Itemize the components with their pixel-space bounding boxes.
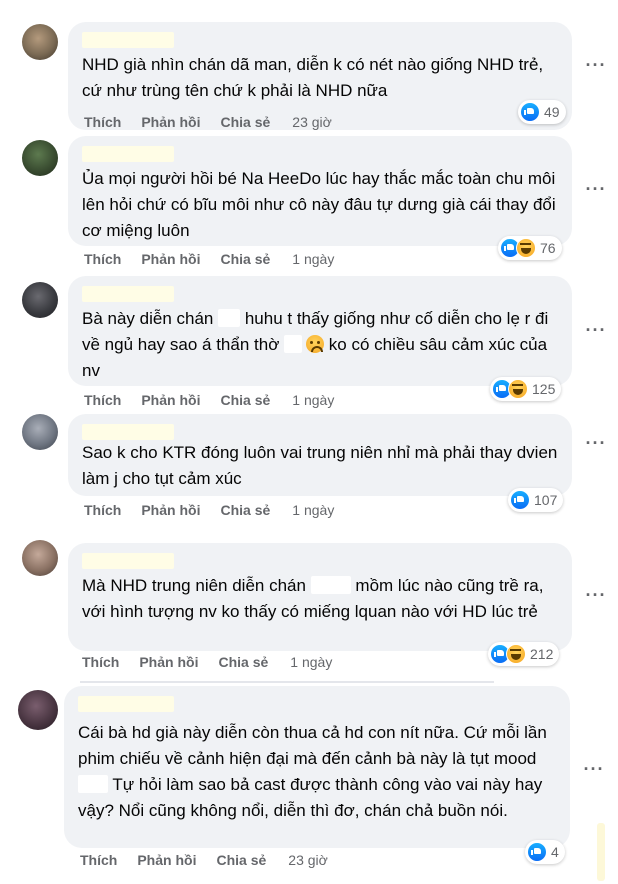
timestamp[interactable]: 1 ngày <box>292 502 334 518</box>
commenter-name[interactable] <box>82 424 174 440</box>
reaction-summary[interactable]: 212 <box>488 642 560 666</box>
reaction-summary[interactable]: 49 <box>518 100 566 124</box>
more-options-icon[interactable]: ··· <box>580 760 608 784</box>
timestamp[interactable]: 23 giờ <box>288 852 328 868</box>
share-button[interactable]: Chia sẻ <box>216 852 266 868</box>
like-button[interactable]: Thích <box>80 852 117 868</box>
like-button[interactable]: Thích <box>84 114 121 130</box>
reaction-summary[interactable]: 107 <box>508 488 564 512</box>
redacted-emoji <box>310 576 351 594</box>
like-button[interactable]: Thích <box>84 502 121 518</box>
commenter-name[interactable] <box>82 286 174 302</box>
scrollbar[interactable] <box>597 823 605 881</box>
comment-text: Sao k cho KTR đóng luôn vai trung niên n… <box>82 443 563 488</box>
comment-actions: Thích Phản hồi Chia sẻ 23 giờ <box>80 852 348 868</box>
reaction-count: 49 <box>544 104 560 120</box>
reaction-count: 125 <box>532 381 556 397</box>
comment-actions: Thích Phản hồi Chia sẻ 1 ngày <box>84 251 354 267</box>
share-button[interactable]: Chia sẻ <box>220 114 270 130</box>
avatar[interactable] <box>22 414 58 450</box>
reaction-summary[interactable]: 125 <box>490 377 562 401</box>
like-button[interactable]: Thích <box>84 392 121 408</box>
comment-text: Ủa mọi người hồi bé Na HeeDo lúc hay thắ… <box>82 169 561 240</box>
share-button[interactable]: Chia sẻ <box>218 654 268 670</box>
more-options-icon[interactable]: ··· <box>582 586 610 610</box>
reply-button[interactable]: Phản hồi <box>141 251 200 267</box>
comment-bubble: Cái bà hd già này diễn còn thua cả hd co… <box>64 686 570 848</box>
reaction-count: 76 <box>540 240 556 256</box>
thread-divider <box>80 681 494 683</box>
more-options-icon[interactable]: ··· <box>582 434 610 458</box>
avatar[interactable] <box>22 540 58 576</box>
more-options-icon[interactable]: ··· <box>582 321 610 345</box>
reaction-count: 212 <box>530 646 554 662</box>
redacted-emoji <box>284 335 303 353</box>
reaction-count: 107 <box>534 492 558 508</box>
reply-button[interactable]: Phản hồi <box>139 654 198 670</box>
comment-actions: Thích Phản hồi Chia sẻ 23 giờ <box>84 114 352 130</box>
comment-bubble: Bà này diễn chán huhu t thấy giống như c… <box>68 276 572 386</box>
like-icon <box>510 490 530 510</box>
haha-icon <box>508 379 528 399</box>
commenter-name[interactable] <box>78 696 174 712</box>
reaction-summary[interactable]: 4 <box>525 840 565 864</box>
timestamp[interactable]: 1 ngày <box>290 654 332 670</box>
comment-bubble: Sao k cho KTR đóng luôn vai trung niên n… <box>68 414 572 496</box>
comment-bubble: Ủa mọi người hồi bé Na HeeDo lúc hay thắ… <box>68 136 572 246</box>
comment-text: Mà NHD trung niên diễn chán mồm lúc nào … <box>82 576 549 621</box>
timestamp[interactable]: 1 ngày <box>292 392 334 408</box>
haha-icon <box>516 238 536 258</box>
more-options-icon[interactable]: ··· <box>582 180 610 204</box>
avatar[interactable] <box>22 140 58 176</box>
like-icon <box>527 842 547 862</box>
more-options-icon[interactable]: ··· <box>582 56 610 80</box>
comment-bubble: Mà NHD trung niên diễn chán mồm lúc nào … <box>68 543 572 651</box>
comment-actions: Thích Phản hồi Chia sẻ 1 ngày <box>82 654 352 670</box>
reply-button[interactable]: Phản hồi <box>137 852 196 868</box>
commenter-name[interactable] <box>82 32 174 48</box>
frowning-face-icon <box>306 335 325 353</box>
reply-button[interactable]: Phản hồi <box>141 392 200 408</box>
reply-button[interactable]: Phản hồi <box>141 114 200 130</box>
like-button[interactable]: Thích <box>82 654 119 670</box>
comment-text: Bà này diễn chán huhu t thấy giống như c… <box>82 309 553 380</box>
redacted-emoji <box>78 775 108 793</box>
reaction-count: 4 <box>551 844 559 860</box>
avatar[interactable] <box>22 282 58 318</box>
share-button[interactable]: Chia sẻ <box>220 502 270 518</box>
share-button[interactable]: Chia sẻ <box>220 392 270 408</box>
comment-actions: Thích Phản hồi Chia sẻ 1 ngày <box>84 392 354 408</box>
like-icon <box>520 102 540 122</box>
comment-text: NHD già nhìn chán dã man, diễn k có nét … <box>82 55 548 100</box>
like-button[interactable]: Thích <box>84 251 121 267</box>
commenter-name[interactable] <box>82 146 174 162</box>
share-button[interactable]: Chia sẻ <box>220 251 270 267</box>
reaction-summary[interactable]: 76 <box>498 236 562 260</box>
avatar[interactable] <box>18 690 58 730</box>
reply-button[interactable]: Phản hồi <box>141 502 200 518</box>
timestamp[interactable]: 1 ngày <box>292 251 334 267</box>
comment-text: Cái bà hd già này diễn còn thua cả hd co… <box>78 723 552 820</box>
commenter-name[interactable] <box>82 553 174 569</box>
redacted-emoji <box>218 309 241 327</box>
timestamp[interactable]: 23 giờ <box>292 114 332 130</box>
haha-icon <box>506 644 526 664</box>
comment-actions: Thích Phản hồi Chia sẻ 1 ngày <box>84 502 354 518</box>
avatar[interactable] <box>22 24 58 60</box>
